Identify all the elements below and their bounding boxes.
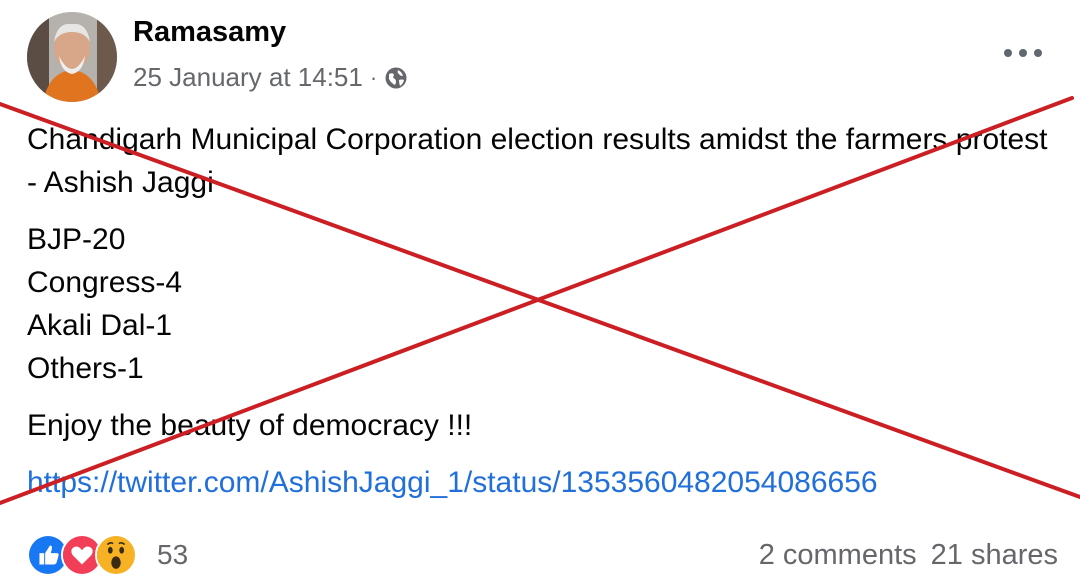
facebook-post: Ramasamy 25 January at 14:51 · Chandigar… (0, 0, 1080, 583)
result-line: Akali Dal-1 (27, 309, 173, 342)
comments-count[interactable]: 2 comments (759, 539, 917, 572)
shares-count[interactable]: 21 shares (931, 539, 1058, 572)
globe-icon[interactable] (384, 66, 408, 90)
result-line: Others-1 (27, 352, 144, 385)
more-dot (1004, 49, 1012, 57)
twitter-link[interactable]: https://twitter.com/AshishJaggi_1/status… (27, 461, 1057, 504)
author-name[interactable]: Ramasamy (133, 16, 286, 49)
profile-photo (27, 12, 117, 102)
post-closing: Enjoy the beauty of democracy !!! (27, 409, 473, 442)
more-dot (1019, 49, 1027, 57)
separator-dot: · (369, 64, 378, 90)
post-body: Chandigarh Municipal Corporation electio… (27, 118, 1057, 504)
post-meta: 25 January at 14:51 · (133, 62, 408, 93)
avatar[interactable] (27, 12, 117, 102)
timestamp[interactable]: 25 January at 14:51 (133, 62, 363, 93)
wow-icon (95, 534, 137, 576)
result-line: BJP-20 (27, 223, 126, 256)
engagement-stats: 2 comments 21 shares (759, 539, 1058, 572)
reaction-count: 53 (157, 539, 189, 570)
results-list: BJP-20 Congress-4 Akali Dal-1 Others-1 (27, 218, 1057, 390)
more-dot (1034, 49, 1042, 57)
reactions-summary[interactable]: 53 (27, 534, 188, 576)
more-options-icon[interactable] (1004, 42, 1042, 64)
result-line: Congress-4 (27, 266, 183, 299)
post-intro: Chandigarh Municipal Corporation electio… (27, 123, 1048, 199)
post-footer: 53 2 comments 21 shares (27, 530, 1058, 580)
